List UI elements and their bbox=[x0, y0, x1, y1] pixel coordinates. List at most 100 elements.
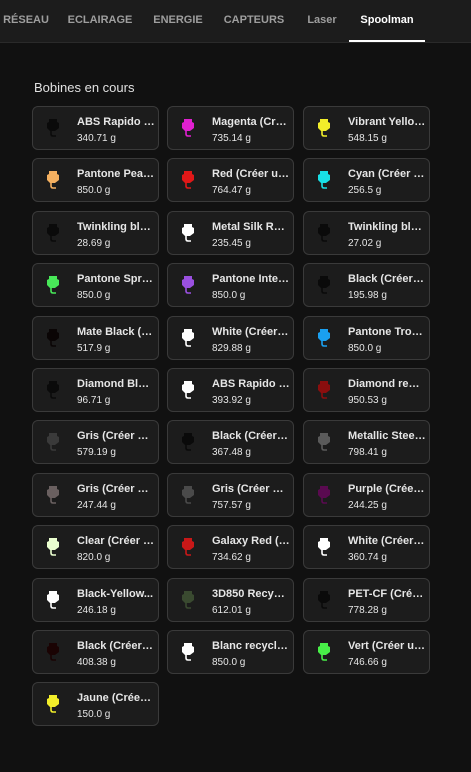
spool-shape bbox=[47, 643, 59, 655]
spool-weight: 247.44 g bbox=[77, 500, 116, 511]
spool-strand bbox=[50, 445, 56, 451]
spool-shape bbox=[318, 538, 330, 550]
spool-card[interactable]: Gris (Créer un... 579.19 g bbox=[32, 420, 159, 464]
spool-card[interactable]: Blanc recyclé... 850.0 g bbox=[167, 630, 294, 674]
spool-card[interactable]: Vert (Créer un... 746.66 g bbox=[303, 630, 430, 674]
spool-card[interactable]: Gris (Créer un... 757.57 g bbox=[167, 473, 294, 517]
spool-card[interactable]: ABS Rapido (Créer un... 340.71 g bbox=[32, 106, 159, 150]
spool-card[interactable]: Magenta (Créer un... 735.14 g bbox=[167, 106, 294, 150]
spool-strand bbox=[321, 131, 327, 137]
spool-name: 3D850 Recycled... bbox=[212, 588, 290, 600]
filament-spool-icon bbox=[46, 380, 60, 400]
tab-reseau[interactable]: RÉSEAU bbox=[0, 0, 52, 42]
spool-card[interactable]: Pantone Intense... 850.0 g bbox=[167, 263, 294, 307]
spool-shape bbox=[47, 329, 59, 341]
filament-spool-icon bbox=[181, 642, 195, 662]
spool-shape bbox=[318, 119, 330, 131]
filament-spool-icon bbox=[181, 170, 195, 190]
spool-card[interactable]: Metal Silk Rainbow... 235.45 g bbox=[167, 211, 294, 255]
spool-name: Purple (Créer un... bbox=[348, 483, 426, 495]
filament-spool-icon bbox=[46, 223, 60, 243]
spool-weight: 408.38 g bbox=[77, 657, 116, 668]
spool-card[interactable]: PET-CF (Créer un... 778.28 g bbox=[303, 578, 430, 622]
spool-card[interactable]: Pantone Tropical... 850.0 g bbox=[303, 316, 430, 360]
spool-weight: 829.88 g bbox=[212, 343, 251, 354]
spool-strand bbox=[185, 445, 191, 451]
spool-weight: 235.45 g bbox=[212, 238, 251, 249]
spool-weight: 850.0 g bbox=[212, 657, 246, 668]
tab-laser[interactable]: Laser bbox=[300, 0, 344, 42]
spool-shape bbox=[182, 119, 194, 131]
spool-weight: 798.41 g bbox=[348, 447, 387, 458]
tab-label: ENERGIE bbox=[153, 14, 203, 26]
spool-strand bbox=[321, 655, 327, 661]
filament-spool-icon bbox=[181, 537, 195, 557]
spool-card[interactable]: Metallic Steel... 798.41 g bbox=[303, 420, 430, 464]
filament-spool-icon bbox=[46, 328, 60, 348]
spool-strand bbox=[185, 288, 191, 294]
spool-strand bbox=[321, 236, 327, 242]
spool-card[interactable]: Black (Créer un... 367.48 g bbox=[167, 420, 294, 464]
spool-card[interactable]: Diamond Black... 96.71 g bbox=[32, 368, 159, 412]
spool-card[interactable]: Purple (Créer un... 244.25 g bbox=[303, 473, 430, 517]
spool-card[interactable]: Black-Yellow... 246.18 g bbox=[32, 578, 159, 622]
filament-spool-icon bbox=[317, 223, 331, 243]
tab-eclairage[interactable]: ECLAIRAGE bbox=[62, 0, 138, 42]
spool-card[interactable]: Cyan (Créer un... 256.5 g bbox=[303, 158, 430, 202]
spool-strand bbox=[50, 550, 56, 556]
spool-name: Metallic Steel... bbox=[348, 430, 426, 442]
spool-name: Magenta (Créer un... bbox=[212, 116, 290, 128]
spool-strand bbox=[321, 603, 327, 609]
spool-card[interactable]: Red (Créer un... 764.47 g bbox=[167, 158, 294, 202]
spool-card[interactable]: White (Créer un... 360.74 g bbox=[303, 525, 430, 569]
spool-name: PET-CF (Créer un... bbox=[348, 588, 426, 600]
spool-name: Gris (Créer un... bbox=[77, 430, 155, 442]
spool-strand bbox=[50, 707, 56, 713]
spool-card[interactable]: Twinkling black... 28.69 g bbox=[32, 211, 159, 255]
spool-weight: 28.69 g bbox=[77, 238, 111, 249]
spool-weight: 850.0 g bbox=[77, 185, 111, 196]
spool-shape bbox=[182, 276, 194, 288]
spool-strand bbox=[185, 183, 191, 189]
filament-spool-icon bbox=[317, 642, 331, 662]
spool-strand bbox=[321, 183, 327, 189]
spool-card[interactable]: Galaxy Red (Créer... 734.62 g bbox=[167, 525, 294, 569]
filament-spool-icon bbox=[46, 275, 60, 295]
spool-shape bbox=[182, 538, 194, 550]
spool-card[interactable]: Black (Créer un... 195.98 g bbox=[303, 263, 430, 307]
spool-card[interactable]: Jaune (Créer un... 150.0 g bbox=[32, 682, 159, 726]
spool-name: ABS Rapido (Créer... bbox=[212, 378, 290, 390]
spool-name: Twinkling black... bbox=[77, 221, 155, 233]
spool-card[interactable]: Clear (Créer un... 820.0 g bbox=[32, 525, 159, 569]
spool-weight: 820.0 g bbox=[77, 552, 111, 563]
spool-card[interactable]: Pantone Spring... 850.0 g bbox=[32, 263, 159, 307]
spool-strand bbox=[321, 341, 327, 347]
spool-strand bbox=[185, 550, 191, 556]
spool-card[interactable]: Vibrant Yellow... 548.15 g bbox=[303, 106, 430, 150]
spool-shape bbox=[182, 591, 194, 603]
tab-label: Laser bbox=[307, 14, 337, 26]
spool-name: Pantone Tropical... bbox=[348, 326, 426, 338]
spool-weight: 850.0 g bbox=[212, 290, 246, 301]
spool-card[interactable]: Twinkling black... 27.02 g bbox=[303, 211, 430, 255]
spool-weight: 96.71 g bbox=[77, 395, 111, 406]
spool-card[interactable]: ABS Rapido (Créer... 393.92 g bbox=[167, 368, 294, 412]
tab-energie[interactable]: ENERGIE bbox=[148, 0, 208, 42]
spool-weight: 548.15 g bbox=[348, 133, 387, 144]
tab-spoolman[interactable]: Spoolman bbox=[349, 0, 425, 42]
spool-card[interactable]: Black (Créer un... 408.38 g bbox=[32, 630, 159, 674]
spool-card[interactable]: Gris (Créer un... 247.44 g bbox=[32, 473, 159, 517]
spool-shape bbox=[318, 171, 330, 183]
tab-capteurs[interactable]: CAPTEURS bbox=[218, 0, 290, 42]
spool-card[interactable]: White (Créer un... 829.88 g bbox=[167, 316, 294, 360]
spool-card[interactable]: Diamond red (Créer... 950.53 g bbox=[303, 368, 430, 412]
spool-strand bbox=[321, 550, 327, 556]
spool-card[interactable]: Pantone Peach... 850.0 g bbox=[32, 158, 159, 202]
spool-card[interactable]: 3D850 Recycled... 612.01 g bbox=[167, 578, 294, 622]
filament-spool-icon bbox=[46, 642, 60, 662]
filament-spool-icon bbox=[317, 328, 331, 348]
spool-card[interactable]: Mate Black (Créer... 517.9 g bbox=[32, 316, 159, 360]
section-title: Bobines en cours bbox=[34, 80, 135, 95]
spool-name: Jaune (Créer un... bbox=[77, 692, 155, 704]
spool-shape bbox=[318, 643, 330, 655]
